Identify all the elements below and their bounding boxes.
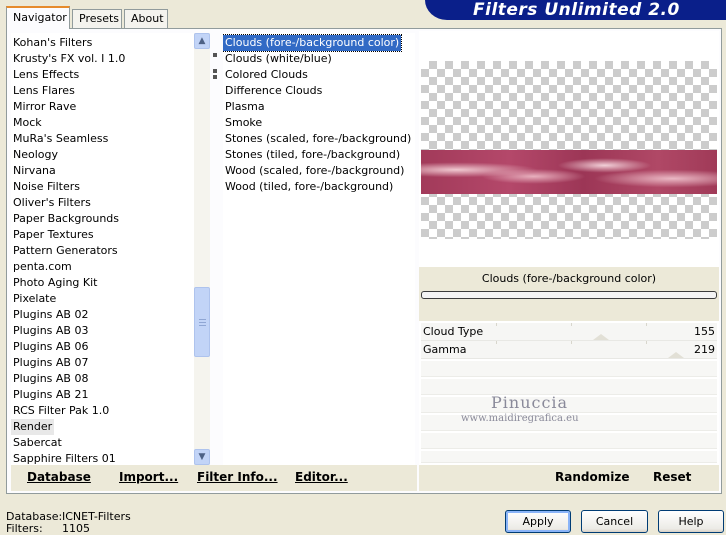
list-item[interactable]: Plasma — [223, 99, 267, 115]
watermark-url: www.maidiregrafica.eu — [461, 413, 579, 424]
list-item[interactable]: Plugins AB 07 — [11, 355, 90, 371]
list-item[interactable]: Sabercat — [11, 435, 64, 451]
filter-list[interactable]: Clouds (fore-/background color) Clouds (w… — [223, 33, 415, 465]
list-item[interactable]: Mock — [11, 115, 44, 131]
filters-count: 1105 — [62, 522, 90, 535]
category-scrollbar[interactable]: ▲ ▼ — [194, 33, 210, 465]
list-item[interactable]: Paper Textures — [11, 227, 96, 243]
param-row-gamma[interactable]: Gamma 219 — [421, 341, 717, 359]
list-item[interactable]: Pixelate — [11, 291, 58, 307]
cancel-button[interactable]: Cancel — [581, 510, 648, 533]
clouds-preview-image — [421, 150, 717, 194]
list-item[interactable]: Paper Backgrounds — [11, 211, 121, 227]
list-item[interactable]: Oliver's Filters — [11, 195, 93, 211]
bullet-marker — [213, 75, 217, 79]
category-list[interactable]: Kohan's Filters Krusty's FX vol. I 1.0 Len… — [11, 33, 194, 465]
list-item[interactable]: Clouds (fore-/background color) — [223, 34, 403, 52]
list-item[interactable]: Wood (tiled, fore-/background) — [223, 179, 395, 195]
right-toolbar: Randomize Reset — [419, 465, 719, 491]
param-label: Cloud Type — [423, 325, 484, 338]
list-item[interactable]: Stones (tiled, fore-/background) — [223, 147, 402, 163]
slider-thumb-gamma[interactable] — [668, 352, 684, 358]
list-item[interactable]: Nirvana — [11, 163, 58, 179]
editor-button[interactable]: Editor... — [295, 470, 348, 484]
list-item[interactable]: Lens Flares — [11, 83, 77, 99]
list-item[interactable]: Plugins AB 08 — [11, 371, 90, 387]
list-item[interactable]: MuRa's Seamless — [11, 131, 110, 147]
tab-presets[interactable]: Presets — [72, 9, 122, 28]
filters-label: Filters: — [6, 522, 43, 535]
list-item[interactable]: Plugins AB 02 — [11, 307, 90, 323]
empty-param-row — [421, 433, 717, 449]
scroll-thumb[interactable] — [194, 287, 210, 357]
list-item[interactable]: RCS Filter Pak 1.0 — [11, 403, 111, 419]
filter-info-button[interactable]: Filter Info... — [197, 470, 278, 484]
apply-button[interactable]: Apply — [505, 510, 571, 533]
list-item[interactable]: Pattern Generators — [11, 243, 120, 259]
app-title-banner: Filters Unlimited 2.0 — [425, 0, 726, 20]
list-item[interactable]: Sapphire Filters 01 — [11, 451, 118, 465]
param-value: 219 — [694, 343, 715, 356]
scroll-down-button[interactable]: ▼ — [194, 449, 210, 465]
param-row-cloud-type[interactable]: Cloud Type 155 — [421, 323, 717, 341]
transparency-checkerboard — [421, 61, 717, 239]
list-item[interactable]: penta.com — [11, 259, 74, 275]
list-item[interactable]: Photo Aging Kit — [11, 275, 99, 291]
tab-navigator[interactable]: Navigator — [6, 6, 70, 29]
slider-thumb-cloud-type[interactable] — [593, 334, 609, 340]
main-panel: Kohan's Filters Krusty's FX vol. I 1.0 Len… — [6, 28, 722, 494]
reset-button[interactable]: Reset — [653, 470, 691, 484]
preview-caption: Clouds (fore-/background color) — [481, 272, 657, 285]
list-item[interactable]: Kohan's Filters — [11, 35, 94, 51]
empty-param-row — [421, 451, 717, 463]
list-item[interactable]: Lens Effects — [11, 67, 81, 83]
help-button[interactable]: Help — [658, 510, 724, 533]
database-button[interactable]: Database — [27, 470, 91, 484]
parameter-panel: Cloud Type 155 Gamma 219 Pinuccia www.ma… — [419, 321, 719, 465]
preview-caption-area: Clouds (fore-/background color) — [419, 267, 719, 321]
list-item[interactable]: Difference Clouds — [223, 83, 324, 99]
empty-param-row — [421, 397, 717, 413]
import-button[interactable]: Import... — [119, 470, 178, 484]
empty-param-row — [421, 361, 717, 377]
list-item[interactable]: Colored Clouds — [223, 67, 310, 83]
list-item[interactable]: Noise Filters — [11, 179, 82, 195]
bullet-marker — [213, 69, 217, 73]
list-item[interactable]: Krusty's FX vol. I 1.0 — [11, 51, 127, 67]
param-value: 155 — [694, 325, 715, 338]
list-item[interactable]: Render — [11, 419, 55, 435]
scroll-up-button[interactable]: ▲ — [194, 33, 210, 49]
list-item[interactable]: Plugins AB 06 — [11, 339, 90, 355]
watermark-name: Pinuccia — [491, 393, 569, 412]
list-item[interactable]: Plugins AB 03 — [11, 323, 90, 339]
empty-param-row — [421, 379, 717, 395]
list-item[interactable]: Stones (scaled, fore-/background) — [223, 131, 413, 147]
left-toolbar: Database Import... Filter Info... Editor… — [11, 465, 417, 491]
progress-bar — [421, 291, 717, 299]
list-item[interactable]: Neology — [11, 147, 60, 163]
list-item[interactable]: Mirror Rave — [11, 99, 78, 115]
list-item[interactable]: Wood (scaled, fore-/background) — [223, 163, 406, 179]
tab-about[interactable]: About — [124, 9, 168, 28]
randomize-button[interactable]: Randomize — [555, 470, 629, 484]
param-label: Gamma — [423, 343, 467, 356]
list-item[interactable]: Clouds (white/blue) — [223, 51, 334, 67]
list-item[interactable]: Smoke — [223, 115, 264, 131]
preview-area — [419, 31, 719, 267]
list-item[interactable]: Plugins AB 21 — [11, 387, 90, 403]
bullet-marker — [213, 53, 217, 57]
